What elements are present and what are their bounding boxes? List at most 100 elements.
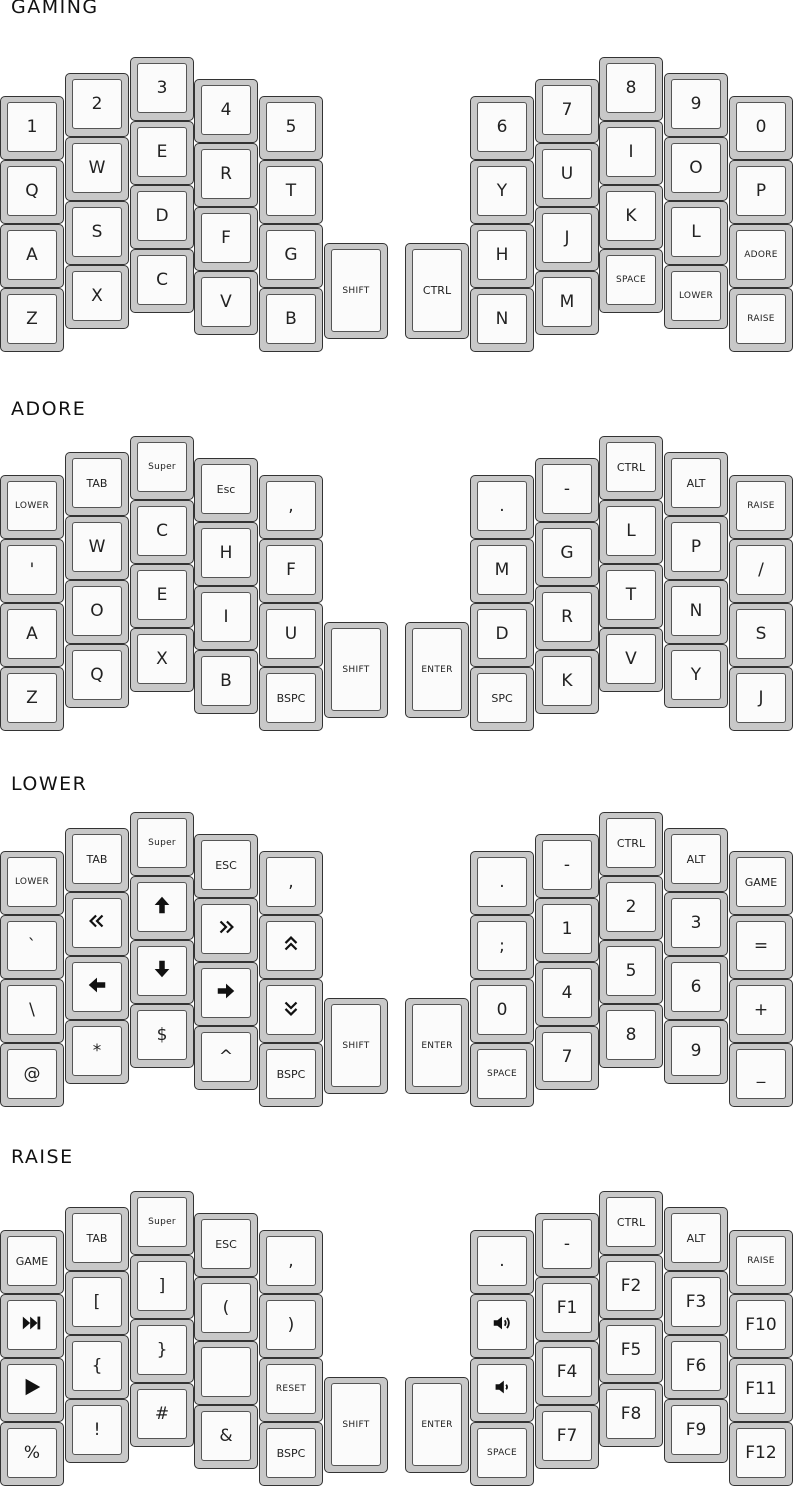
- key-u: U: [535, 143, 599, 207]
- keycap-label: F10: [736, 1300, 786, 1350]
- key-j: J: [729, 667, 793, 731]
- keycap-label: SPACE: [477, 1049, 527, 1099]
- keycap-label: GAME: [736, 857, 786, 907]
- key-q: Q: [65, 644, 129, 708]
- key-shift: SHIFT: [324, 622, 388, 718]
- keycap-label: M: [477, 545, 527, 595]
- layer-title: GAMING: [11, 0, 99, 18]
- keycap-label: BSPC: [266, 1049, 316, 1099]
- keycap-label: BSPC: [266, 1428, 316, 1478]
- key-s: S: [65, 201, 129, 265]
- key-f3: F3: [664, 1271, 728, 1335]
- key-j: J: [535, 207, 599, 271]
- keycap-label: C: [137, 506, 187, 556]
- keycap-label: ,: [266, 857, 316, 907]
- key-6: 6: [470, 96, 534, 160]
- key-raise: RAISE: [729, 1230, 793, 1294]
- keycap-label: $: [137, 1010, 187, 1060]
- keycap-label: ESC: [201, 840, 251, 890]
- key-5: 5: [259, 96, 323, 160]
- keycap-label: E: [137, 127, 187, 177]
- keycap-label: E: [137, 570, 187, 620]
- key-7: 7: [535, 79, 599, 143]
- keycap-label: TAB: [72, 834, 122, 884]
- key-ctrl: CTRL: [405, 243, 469, 339]
- keycap-label: X: [72, 271, 122, 321]
- keycap-label: B: [266, 294, 316, 344]
- key-alt: ALT: [664, 828, 728, 892]
- key-lower: LOWER: [664, 265, 728, 329]
- key-f: F: [194, 207, 258, 271]
- keycap-label: #: [137, 1389, 187, 1439]
- key-symbol: [259, 915, 323, 979]
- layer-title: RAISE: [11, 1146, 74, 1168]
- key-symbol: ,: [259, 475, 323, 539]
- key-m: M: [470, 539, 534, 603]
- keycap-label: ]: [137, 1261, 187, 1311]
- double-down-icon: [280, 997, 302, 1024]
- key-symbol: \: [0, 979, 64, 1043]
- keycap-label: GAME: [7, 1236, 57, 1286]
- keycap-label: [266, 985, 316, 1035]
- keycap-label: 2: [606, 882, 656, 932]
- volume-up-icon: [491, 1312, 513, 1339]
- keycap-label: O: [72, 586, 122, 636]
- key-raise: RAISE: [729, 475, 793, 539]
- keycap-label: O: [671, 143, 721, 193]
- key-symbol: [194, 898, 258, 962]
- key-symbol: .: [470, 851, 534, 915]
- key-symbol: ,: [259, 851, 323, 915]
- keycap-label: [72, 962, 122, 1012]
- keycap-label: CTRL: [606, 818, 656, 868]
- keycap-label: -: [542, 464, 592, 514]
- keycap-label: [201, 968, 251, 1018]
- key-reset: RESET: [259, 1358, 323, 1422]
- arrow-down-icon: [151, 958, 173, 985]
- keycap-label: 4: [542, 968, 592, 1018]
- keycap-label: [266, 921, 316, 971]
- arrow-right-icon: [215, 980, 237, 1007]
- key-8: 8: [599, 1004, 663, 1068]
- keycap-label: [137, 946, 187, 996]
- key-space: SPACE: [470, 1422, 534, 1486]
- keycap-label: _: [736, 1049, 786, 1099]
- keycap-label: CTRL: [606, 1197, 656, 1247]
- key-ctrl: CTRL: [599, 812, 663, 876]
- keycap-label: SHIFT: [331, 628, 381, 711]
- keycap-label: L: [671, 207, 721, 257]
- key-symbol: ,: [259, 1230, 323, 1294]
- key-symbol: [0, 1294, 64, 1358]
- key-q: Q: [0, 160, 64, 224]
- key-y: Y: [470, 160, 534, 224]
- key-blank: [194, 1341, 258, 1405]
- key-h: H: [194, 522, 258, 586]
- keycap-label: U: [542, 149, 592, 199]
- key-esc: ESC: [194, 834, 258, 898]
- keycap-label: V: [606, 634, 656, 684]
- keycap-label: BSPC: [266, 673, 316, 723]
- keycap-label: Super: [137, 818, 187, 868]
- key-o: O: [65, 580, 129, 644]
- key-raise: RAISE: [729, 288, 793, 352]
- key-e: E: [130, 121, 194, 185]
- keycap-label: 6: [477, 102, 527, 152]
- key-symbol: -: [535, 834, 599, 898]
- key-super: Super: [130, 436, 194, 500]
- keycap-label: Y: [671, 650, 721, 700]
- key-enter: ENTER: [405, 1377, 469, 1473]
- key-symbol: [470, 1358, 534, 1422]
- keycap-label: F5: [606, 1325, 656, 1375]
- key-symbol: }: [130, 1319, 194, 1383]
- keycap-label: ALT: [671, 834, 721, 884]
- keycap-label: I: [606, 127, 656, 177]
- key-z: Z: [0, 288, 64, 352]
- keycap-label: H: [477, 230, 527, 280]
- key-symbol: $: [130, 1004, 194, 1068]
- key-shift: SHIFT: [324, 243, 388, 339]
- keycap-label: *: [72, 1026, 122, 1076]
- key-symbol: ]: [130, 1255, 194, 1319]
- keycap-label: F2: [606, 1261, 656, 1311]
- keycap-label: J: [736, 673, 786, 723]
- key-s: S: [729, 603, 793, 667]
- key-y: Y: [664, 644, 728, 708]
